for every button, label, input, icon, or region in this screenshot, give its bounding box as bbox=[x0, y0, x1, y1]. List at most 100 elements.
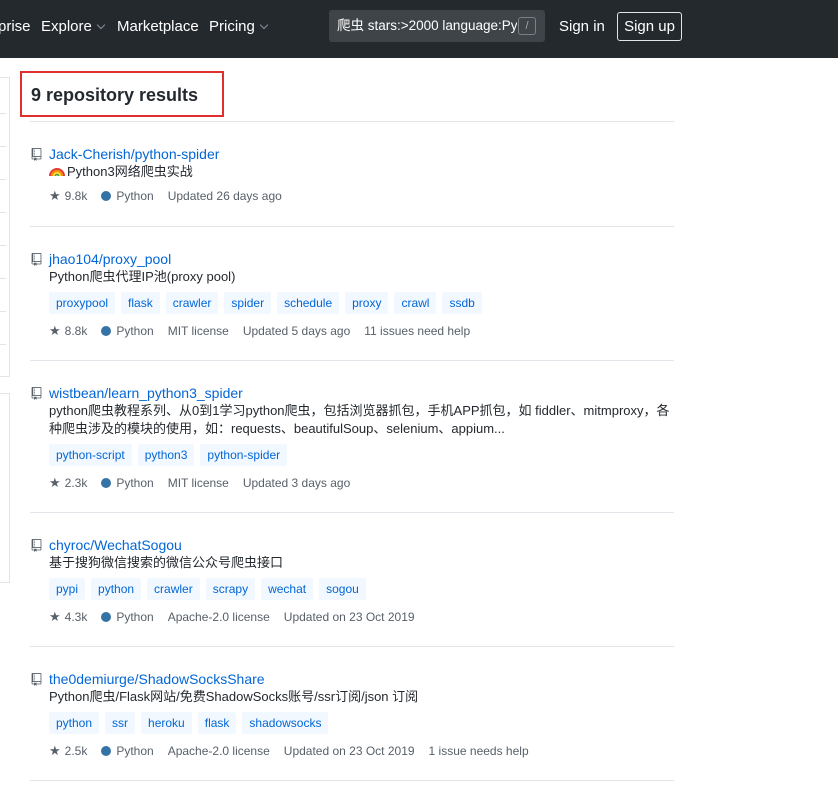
nav-pricing-label: Pricing bbox=[209, 18, 255, 35]
topic-tag[interactable]: wechat bbox=[261, 578, 314, 600]
repo-help-issues-link[interactable]: 1 issue needs help bbox=[429, 743, 529, 759]
topic-tag[interactable]: proxypool bbox=[49, 292, 116, 314]
repo-icon bbox=[31, 387, 42, 400]
nav-marketplace-label: Marketplace bbox=[117, 18, 199, 35]
repo-language: Python bbox=[116, 610, 154, 624]
topic-tag[interactable]: crawler bbox=[147, 578, 200, 600]
repo-name-link[interactable]: the0demiurge/ShadowSocksShare bbox=[49, 670, 265, 688]
topic-tag[interactable]: ssdb bbox=[442, 292, 482, 314]
sidebar-language-panel bbox=[0, 393, 10, 583]
search-input-value: 爬虫 stars:>2000 language:Python bbox=[337, 18, 517, 33]
sign-in-link[interactable]: Sign in bbox=[559, 18, 605, 36]
sidebar-divider bbox=[0, 146, 6, 147]
topic-list: pypi python crawler scrapy wechat sogou bbox=[49, 578, 366, 600]
repo-list-item: wistbean/learn_python3_spider python爬虫教程… bbox=[30, 384, 674, 494]
topic-list: proxypool flask crawler spider schedule … bbox=[49, 292, 482, 314]
topic-tag[interactable]: ssr bbox=[105, 712, 136, 734]
sidebar-divider bbox=[0, 311, 6, 312]
topic-tag[interactable]: pypi bbox=[49, 578, 86, 600]
topic-tag[interactable]: python3 bbox=[137, 444, 195, 466]
star-icon: ★ bbox=[49, 188, 61, 203]
star-icon: ★ bbox=[49, 743, 61, 758]
repo-stars[interactable]: 8.8k bbox=[65, 323, 88, 339]
repo-meta: ★ 2.3k Python MIT license Updated 3 days … bbox=[49, 475, 350, 491]
sidebar-divider bbox=[0, 113, 6, 114]
nav-enterprise-label: prise bbox=[0, 18, 31, 35]
repo-description: Python爬虫代理IP池(proxy pool) bbox=[49, 269, 236, 284]
language-color-dot bbox=[101, 326, 112, 336]
language-color-dot bbox=[101, 478, 112, 488]
repo-license: Apache-2.0 license bbox=[167, 744, 270, 758]
topic-tag[interactable]: python bbox=[91, 578, 142, 600]
topic-list: python ssr heroku flask shadowsocks bbox=[49, 712, 329, 734]
nav-enterprise[interactable]: prise bbox=[0, 18, 31, 36]
repo-meta: ★ 9.8k Python Updated 26 days ago bbox=[49, 188, 282, 204]
results-divider bbox=[30, 646, 674, 647]
search-input[interactable]: 爬虫 stars:>2000 language:Python bbox=[329, 10, 545, 42]
repo-icon bbox=[31, 253, 42, 266]
repo-name-link[interactable]: jhao104/proxy_pool bbox=[49, 250, 171, 268]
sidebar-divider bbox=[0, 278, 6, 279]
topic-tag[interactable]: crawl bbox=[394, 292, 437, 314]
results-divider bbox=[30, 121, 674, 122]
nav-marketplace[interactable]: Marketplace bbox=[117, 18, 199, 36]
star-icon: ★ bbox=[49, 475, 61, 490]
topic-list: python-script python3 python-spider bbox=[49, 444, 288, 466]
nav-explore[interactable]: Explore bbox=[41, 18, 106, 36]
nav-explore-label: Explore bbox=[41, 18, 92, 35]
topic-tag[interactable]: shadowsocks bbox=[242, 712, 329, 734]
language-color-dot bbox=[101, 612, 112, 622]
topic-tag[interactable]: python bbox=[49, 712, 100, 734]
repo-stars[interactable]: 4.3k bbox=[65, 609, 88, 625]
repo-updated: Updated 3 days ago bbox=[242, 476, 351, 490]
repo-description: Python3网络爬虫实战 bbox=[49, 163, 674, 181]
topic-tag[interactable]: sogou bbox=[319, 578, 366, 600]
repo-name-link[interactable]: chyroc/WechatSogou bbox=[49, 536, 182, 554]
repo-language: Python bbox=[116, 189, 154, 203]
repo-icon bbox=[31, 148, 42, 161]
repo-license: MIT license bbox=[167, 324, 229, 338]
topic-tag[interactable]: flask bbox=[197, 712, 237, 734]
topic-tag[interactable]: schedule bbox=[277, 292, 340, 314]
repo-language: Python bbox=[116, 324, 154, 338]
search-shortcut-badge: / bbox=[518, 17, 536, 35]
repo-name-link[interactable]: wistbean/learn_python3_spider bbox=[49, 384, 243, 402]
repo-license: MIT license bbox=[167, 476, 229, 490]
topic-tag[interactable]: flask bbox=[121, 292, 160, 314]
repo-description-text: Python3网络爬虫实战 bbox=[67, 164, 193, 179]
repo-license: Apache-2.0 license bbox=[167, 610, 270, 624]
topic-tag[interactable]: crawler bbox=[165, 292, 219, 314]
repo-meta: ★ 8.8k Python MIT license Updated 5 days … bbox=[49, 323, 470, 339]
repo-stars[interactable]: 9.8k bbox=[65, 188, 88, 204]
repo-description: 基于搜狗微信搜索的微信公众号爬虫接口 bbox=[49, 555, 284, 570]
repo-list-item: Jack-Cherish/python-spider Python3网络爬虫实战… bbox=[30, 145, 674, 225]
topic-tag[interactable]: python-spider bbox=[200, 444, 288, 466]
language-color-dot bbox=[101, 191, 112, 201]
topic-tag[interactable]: python-script bbox=[49, 444, 132, 466]
nav-pricing[interactable]: Pricing bbox=[209, 18, 269, 36]
repo-updated: Updated 5 days ago bbox=[242, 324, 351, 338]
repo-help-issues-link[interactable]: 11 issues need help bbox=[364, 323, 470, 339]
sign-up-button[interactable]: Sign up bbox=[617, 12, 682, 41]
repo-stars[interactable]: 2.3k bbox=[65, 475, 88, 491]
site-header: prise Explore Marketplace Pricing 爬虫 sta… bbox=[0, 0, 838, 58]
topic-tag[interactable]: scrapy bbox=[205, 578, 256, 600]
sidebar-filter-panel bbox=[0, 77, 10, 377]
chevron-down-icon bbox=[259, 20, 269, 30]
topic-tag[interactable]: heroku bbox=[141, 712, 192, 734]
repo-description: python爬虫教程系列、从0到1学习python爬虫，包括浏览器抓包，手机AP… bbox=[49, 403, 670, 436]
repo-updated: Updated on 23 Oct 2019 bbox=[283, 610, 415, 624]
repo-name-link[interactable]: Jack-Cherish/python-spider bbox=[49, 145, 219, 163]
results-divider bbox=[30, 512, 674, 513]
repo-stars[interactable]: 2.5k bbox=[65, 743, 88, 759]
results-divider bbox=[30, 226, 674, 227]
topic-tag[interactable]: proxy bbox=[345, 292, 389, 314]
sidebar-divider bbox=[0, 212, 6, 213]
topic-tag[interactable]: spider bbox=[224, 292, 272, 314]
repo-icon bbox=[31, 673, 42, 686]
repo-updated: Updated 26 days ago bbox=[167, 189, 282, 203]
rainbow-icon bbox=[49, 168, 65, 177]
results-divider bbox=[30, 780, 674, 781]
results-divider bbox=[30, 360, 674, 361]
star-icon: ★ bbox=[49, 323, 61, 338]
